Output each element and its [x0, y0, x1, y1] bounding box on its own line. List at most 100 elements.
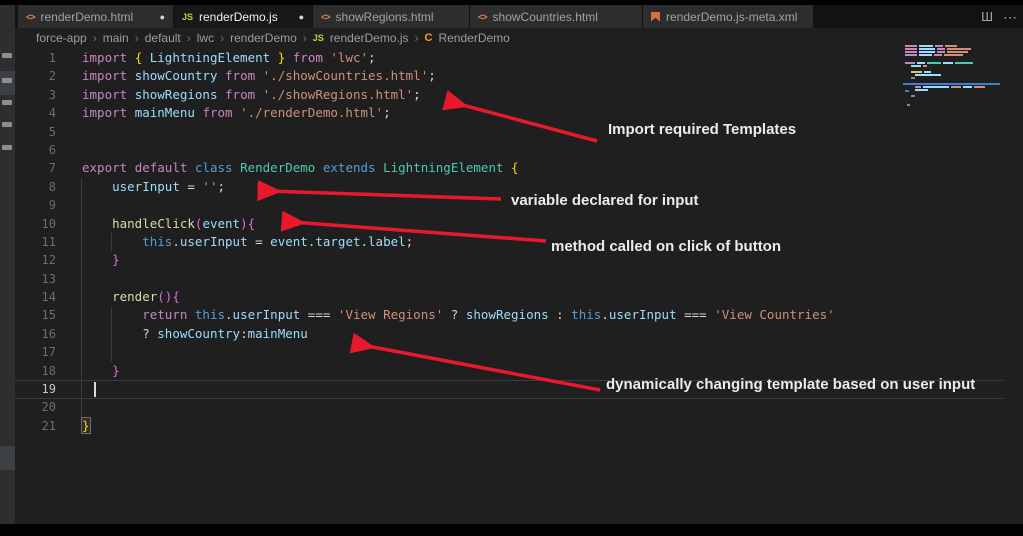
breadcrumb-item[interactable]: force-app [36, 31, 87, 45]
minimap-tick [905, 90, 909, 92]
breadcrumb-item[interactable]: default [145, 31, 181, 45]
code-text: ? showCountry:mainMenu [82, 325, 308, 343]
line-number: 17 [15, 343, 56, 361]
text-cursor [94, 382, 96, 397]
chevron-separator-icon: › [220, 31, 224, 45]
breadcrumb-item[interactable]: main [103, 31, 129, 45]
code-text: handleClick(event){ [82, 215, 255, 233]
code-line[interactable]: 14 render(){ [15, 288, 1023, 306]
code-line[interactable]: 6 [15, 141, 1023, 159]
code-line[interactable]: 12 } [15, 251, 1023, 269]
line-number: 16 [15, 325, 56, 343]
tab-showregions-html[interactable]: <> showRegions.html [313, 5, 469, 28]
line-number: 8 [15, 178, 56, 196]
line-number: 12 [15, 251, 56, 269]
breadcrumb-item[interactable]: renderDemo [230, 31, 297, 45]
chevron-separator-icon: › [135, 31, 139, 45]
sidebar-item-icon[interactable] [2, 100, 12, 105]
modified-dot-icon[interactable]: ● [160, 12, 165, 22]
html-file-icon: <> [26, 12, 35, 22]
annotation-variable-input: variable declared for input [511, 192, 699, 209]
minimap-current-line [903, 83, 1000, 85]
line-number: 15 [15, 306, 56, 324]
code-text: import showCountry from './showCountries… [82, 67, 436, 85]
line-number: 6 [15, 141, 56, 159]
code-text: import { LightningElement } from 'lwc'; [82, 49, 376, 67]
js-file-icon: JS [182, 12, 193, 22]
line-number: 18 [15, 362, 56, 380]
sidebar-sliver[interactable] [0, 5, 15, 524]
line-number: 4 [15, 104, 56, 122]
html-file-icon: <> [478, 12, 487, 22]
sidebar-item-icon[interactable] [2, 53, 12, 58]
code-text: import showRegions from './showRegions.h… [82, 86, 421, 104]
sidebar-item-icon[interactable] [2, 122, 12, 127]
code-text: export default class RenderDemo extends … [82, 159, 519, 177]
sidebar-selected-row[interactable] [0, 71, 15, 95]
line-number: 14 [15, 288, 56, 306]
js-file-icon: JS [313, 33, 324, 43]
line-number: 3 [15, 86, 56, 104]
code-line[interactable]: 5 [15, 123, 1023, 141]
chevron-separator-icon: › [303, 31, 307, 45]
window-frame-top [0, 0, 1023, 5]
code-text: } [82, 362, 120, 380]
line-number: 21 [15, 417, 56, 435]
code-line[interactable]: 15 return this.userInput === 'View Regio… [15, 306, 1023, 324]
code-line[interactable]: 2import showCountry from './showCountrie… [15, 67, 1023, 85]
vscode-window: <> renderDemo.html ● JS renderDemo.js ● … [0, 0, 1023, 536]
line-number: 11 [15, 233, 56, 251]
code-text: userInput = ''; [82, 178, 225, 196]
tab-label: showRegions.html [336, 10, 434, 24]
line-number: 20 [15, 398, 56, 416]
tab-showcountries-html[interactable]: <> showCountries.html [470, 5, 642, 28]
more-actions-icon[interactable]: ⋯ [1003, 10, 1017, 24]
class-symbol-icon: C [425, 32, 433, 44]
line-number: 5 [15, 123, 56, 141]
modified-dot-icon[interactable]: ● [299, 12, 304, 22]
tab-label: renderDemo.js [199, 10, 278, 24]
code-text: this.userInput = event.target.label; [82, 233, 413, 251]
code-line[interactable]: 20 [15, 398, 1023, 416]
tab-renderdemo-js[interactable]: JS renderDemo.js ● [174, 5, 312, 28]
sidebar-item-icon[interactable] [2, 145, 12, 150]
code-text: } [82, 251, 120, 269]
annotation-method-click: method called on click of button [551, 238, 781, 255]
annotation-dynamic-template: dynamically changing template based on u… [606, 376, 975, 393]
code-text: render(){ [82, 288, 180, 306]
code-line[interactable]: 1 import { LightningElement } from 'lwc'; [15, 49, 1023, 67]
line-number: 1 [15, 49, 56, 67]
breadcrumb: force-app › main › default › lwc › rende… [36, 28, 510, 48]
chevron-separator-icon: › [93, 31, 97, 45]
code-line[interactable]: 21} [15, 417, 1023, 435]
code-line[interactable]: 3 import showRegions from './showRegions.… [15, 86, 1023, 104]
sidebar-item-icon[interactable] [2, 78, 12, 83]
code-line[interactable]: 4import mainMenu from './renderDemo.html… [15, 104, 1023, 122]
code-line[interactable]: 10 handleClick(event){ [15, 215, 1023, 233]
sidebar-selected-row-2[interactable] [0, 446, 15, 470]
breadcrumb-item-file[interactable]: renderDemo.js [330, 31, 409, 45]
breadcrumb-item-symbol[interactable]: RenderDemo [438, 31, 509, 45]
code-line[interactable]: 11 this.userInput = event.target.label; [15, 233, 1023, 251]
code-line[interactable]: 16 ? showCountry:mainMenu [15, 325, 1023, 343]
breadcrumb-item[interactable]: lwc [197, 31, 214, 45]
tab-bar-actions: Ш ⋯ [981, 5, 1017, 28]
annotation-import-templates: Import required Templates [608, 121, 796, 138]
tab-label: showCountries.html [493, 10, 598, 24]
line-number: 10 [15, 215, 56, 233]
xml-file-icon [651, 12, 660, 22]
chevron-separator-icon: › [187, 31, 191, 45]
code-line[interactable]: 13 [15, 270, 1023, 288]
code-line[interactable]: 17 [15, 343, 1023, 361]
minimap[interactable] [903, 45, 995, 109]
code-line[interactable]: 7 export default class RenderDemo extends… [15, 159, 1023, 177]
window-frame-bottom [0, 524, 1023, 536]
html-file-icon: <> [321, 12, 330, 22]
tab-renderdemo-meta-xml[interactable]: renderDemo.js-meta.xml [643, 5, 813, 28]
line-number: 7 [15, 159, 56, 177]
editor-tab-bar: <> renderDemo.html ● JS renderDemo.js ● … [15, 5, 1023, 28]
line-number: 19 [15, 380, 56, 398]
tab-label: renderDemo.js-meta.xml [666, 10, 797, 24]
tab-renderdemo-html[interactable]: <> renderDemo.html ● [18, 5, 173, 28]
split-editor-icon[interactable]: Ш [981, 10, 993, 23]
